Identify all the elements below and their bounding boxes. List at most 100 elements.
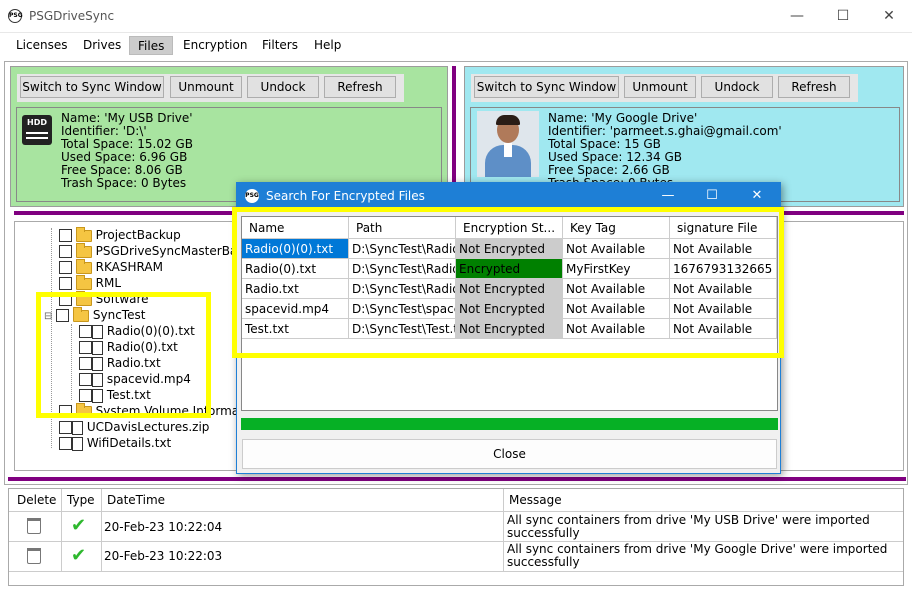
grid-cell-sig[interactable]: Not Available xyxy=(670,299,777,319)
column-header-name[interactable]: Name xyxy=(242,217,349,239)
checkbox[interactable] xyxy=(59,277,72,290)
menu-files[interactable]: Files xyxy=(129,36,174,55)
tree-item-projectbackup[interactable]: ProjectBackup xyxy=(59,226,181,243)
maximize-button[interactable]: ☐ xyxy=(820,0,866,32)
grid-cell-path[interactable]: D:\SyncTest\Radio xyxy=(349,259,456,279)
grid-cell-sig[interactable]: Not Available xyxy=(670,239,777,259)
menu-filters[interactable]: Filters xyxy=(254,36,306,55)
menu-help[interactable]: Help xyxy=(306,36,349,55)
file-icon xyxy=(92,372,103,387)
dialog-close-x-button[interactable]: ✕ xyxy=(734,183,780,209)
checkbox[interactable] xyxy=(59,421,72,434)
tree-item-spacevid[interactable]: spacevid.mp4 xyxy=(79,371,191,387)
grid-cell-path[interactable]: D:\SyncTest\space xyxy=(349,299,456,319)
trash-icon[interactable] xyxy=(27,548,41,564)
right-undock-button[interactable]: Undock xyxy=(701,76,773,98)
checkbox[interactable] xyxy=(59,229,72,242)
tree-item-system-volume[interactable]: System Volume Informat xyxy=(59,402,244,419)
grid-cell-name[interactable]: Radio(0).txt xyxy=(242,259,349,279)
grid-cell-path[interactable]: D:\SyncTest\Radio xyxy=(349,279,456,299)
tree-item-rml[interactable]: RML xyxy=(59,274,121,291)
column-header-key-tag[interactable]: Key Tag xyxy=(563,217,670,239)
minimize-button[interactable]: — xyxy=(774,0,820,32)
menu-drives[interactable]: Drives xyxy=(75,36,129,55)
log-header-message: Message xyxy=(509,493,562,507)
tree-item-radio[interactable]: Radio.txt xyxy=(79,355,161,371)
checkbox[interactable] xyxy=(59,293,72,306)
grid-cell-key[interactable]: Not Available xyxy=(563,279,670,299)
checkbox[interactable] xyxy=(79,373,92,386)
checkbox[interactable] xyxy=(79,357,92,370)
grid-cell-name[interactable]: Test.txt xyxy=(242,319,349,339)
grid-cell-name[interactable]: Radio(0)(0).txt xyxy=(242,239,349,259)
checkbox[interactable] xyxy=(56,309,70,322)
checkmark-icon: ✔ xyxy=(71,515,87,536)
left-refresh-button[interactable]: Refresh xyxy=(324,76,396,98)
drive-trash-space: Trash Space: 0 Bytes xyxy=(61,176,187,190)
progress-bar xyxy=(241,418,778,430)
grid-cell-key[interactable]: Not Available xyxy=(563,319,670,339)
tree-item-radio00[interactable]: Radio(0)(0).txt xyxy=(79,323,195,339)
dialog-maximize-button[interactable]: ☐ xyxy=(689,183,735,209)
grid-cell-key[interactable]: Not Available xyxy=(563,239,670,259)
folder-icon xyxy=(75,258,92,274)
checkbox[interactable] xyxy=(59,245,72,258)
column-header-status[interactable]: Encryption St... xyxy=(456,217,563,239)
tree-item-test[interactable]: Test.txt xyxy=(79,387,151,403)
bottom-splitter[interactable] xyxy=(8,477,906,481)
tree-item-psgdrivesyncmaster[interactable]: PSGDriveSyncMasterBa xyxy=(59,242,237,259)
folder-icon xyxy=(75,242,92,258)
column-header-path[interactable]: Path xyxy=(349,217,456,239)
grid-cell-status[interactable]: Not Encrypted xyxy=(456,279,563,299)
app-title: PSGDriveSync xyxy=(29,9,115,23)
grid-cell-name[interactable]: spacevid.mp4 xyxy=(242,299,349,319)
checkbox[interactable] xyxy=(59,405,72,418)
folder-icon xyxy=(75,290,92,306)
folder-open-icon xyxy=(73,306,90,322)
grid-cell-sig[interactable]: 1676793132665 xyxy=(670,259,777,279)
grid-cell-key[interactable]: Not Available xyxy=(563,299,670,319)
tree-item-ucdavis[interactable]: UCDavisLectures.zip xyxy=(59,419,209,435)
dialog-close-button[interactable]: Close xyxy=(242,439,777,469)
right-switch-to-sync-button[interactable]: Switch to Sync Window xyxy=(474,76,619,98)
grid-cell-sig[interactable]: Not Available xyxy=(670,279,777,299)
grid-cell-status[interactable]: Encrypted xyxy=(456,259,563,279)
checkbox[interactable] xyxy=(59,261,72,274)
tree-item-synctest[interactable]: ⊟ SyncTest xyxy=(44,306,145,323)
checkbox[interactable] xyxy=(59,437,72,450)
tree-item-wifidetails[interactable]: WifiDetails.txt xyxy=(59,435,171,451)
left-unmount-button[interactable]: Unmount xyxy=(170,76,242,98)
file-icon xyxy=(72,420,83,435)
folder-icon xyxy=(75,226,92,242)
grid-cell-path[interactable]: D:\SyncTest\Test.t xyxy=(349,319,456,339)
dialog-minimize-button[interactable]: — xyxy=(645,183,691,209)
checkbox[interactable] xyxy=(79,341,92,354)
grid-cell-status[interactable]: Not Encrypted xyxy=(456,319,563,339)
grid-cell-name[interactable]: Radio.txt xyxy=(242,279,349,299)
grid-cell-status[interactable]: Not Encrypted xyxy=(456,239,563,259)
close-window-button[interactable]: ✕ xyxy=(866,0,912,32)
grid-cell-sig[interactable]: Not Available xyxy=(670,319,777,339)
right-refresh-button[interactable]: Refresh xyxy=(778,76,850,98)
search-encrypted-dialog: PSG Search For Encrypted Files — ☐ ✕ Nam… xyxy=(236,182,781,474)
tree-item-rkashram[interactable]: RKASHRAM xyxy=(59,258,163,275)
column-header-signature[interactable]: signature File xyxy=(670,217,777,239)
grid-cell-key[interactable]: MyFirstKey xyxy=(563,259,670,279)
collapse-icon[interactable]: ⊟ xyxy=(44,311,52,322)
checkbox[interactable] xyxy=(79,325,92,338)
left-undock-button[interactable]: Undock xyxy=(247,76,319,98)
grid-cell-status[interactable]: Not Encrypted xyxy=(456,299,563,319)
left-switch-to-sync-button[interactable]: Switch to Sync Window xyxy=(20,76,164,98)
menu-licenses[interactable]: Licenses xyxy=(8,36,76,55)
dialog-title-bar: PSG Search For Encrypted Files — ☐ ✕ xyxy=(237,183,780,209)
grid-cell-path[interactable]: D:\SyncTest\Radio xyxy=(349,239,456,259)
file-icon xyxy=(92,340,103,355)
checkbox[interactable] xyxy=(79,389,92,402)
trash-icon[interactable] xyxy=(27,518,41,534)
menu-encryption[interactable]: Encryption xyxy=(175,36,255,55)
avatar xyxy=(477,111,539,177)
tree-item-radio0[interactable]: Radio(0).txt xyxy=(79,339,178,355)
file-icon xyxy=(92,388,103,403)
right-unmount-button[interactable]: Unmount xyxy=(624,76,696,98)
tree-item-software[interactable]: Software xyxy=(59,290,149,307)
